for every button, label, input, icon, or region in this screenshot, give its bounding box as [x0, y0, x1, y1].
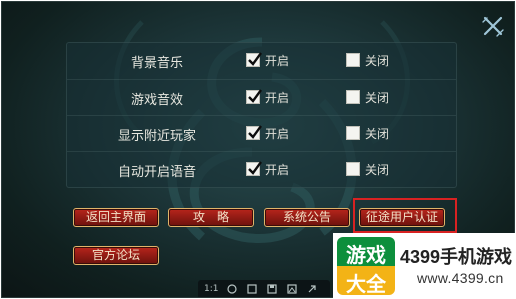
voice-off-option[interactable]: 关闭 — [346, 161, 389, 177]
rotate-icon[interactable] — [226, 283, 238, 295]
sfx-on-option[interactable]: 开启 — [246, 89, 289, 105]
on-label: 开启 — [265, 90, 290, 105]
setting-label: 背景音乐 — [130, 56, 183, 71]
system-notice-button[interactable]: 系统公告 — [264, 208, 350, 227]
on-label: 开启 — [265, 53, 290, 68]
fit-icon[interactable] — [246, 283, 258, 295]
share-icon[interactable] — [306, 283, 318, 295]
watermark-brand: 4399手机游戏 — [400, 247, 513, 267]
logo-mark-top-text: 游戏 — [346, 243, 386, 267]
off-label: 关闭 — [365, 53, 390, 68]
checkmark-icon — [248, 89, 262, 103]
voice-off-checkbox[interactable] — [346, 162, 360, 176]
bgm-off-checkbox[interactable] — [346, 53, 360, 67]
on-label: 开启 — [265, 126, 290, 141]
setting-row-sfx: 游戏音效 开启 关闭 — [67, 79, 456, 116]
strategy-button[interactable]: 攻略 — [168, 208, 254, 227]
settings-list: 背景音乐 开启 关闭 游戏音效 开启 关闭 显示附近玩家 开启 关闭 自动开启语… — [66, 42, 457, 188]
setting-row-bgm: 背景音乐 开启 关闭 — [67, 43, 456, 79]
setting-row-nearby-players: 显示附近玩家 开启 关闭 — [67, 115, 456, 152]
setting-label: 显示附近玩家 — [117, 129, 196, 144]
nearby-on-option[interactable]: 开启 — [246, 125, 289, 141]
watermark-url: www.4399.cn — [417, 270, 504, 286]
checkmark-icon — [248, 125, 262, 139]
bgm-off-option[interactable]: 关闭 — [346, 52, 389, 68]
off-label: 关闭 — [365, 162, 390, 177]
sfx-off-option[interactable]: 关闭 — [346, 89, 389, 105]
setting-row-auto-voice: 自动开启语音 开启 关闭 — [67, 151, 456, 188]
off-label: 关闭 — [365, 90, 390, 105]
game-settings-screen: 背景音乐 开启 关闭 游戏音效 开启 关闭 显示附近玩家 开启 关闭 自动开启语… — [0, 0, 516, 299]
on-label: 开启 — [265, 162, 290, 177]
image-icon[interactable] — [286, 283, 298, 295]
watermark-logo: 游戏 大全 4399手机游戏 www.4399.cn — [333, 233, 516, 299]
user-certification-button[interactable]: 征途用户认证 — [359, 208, 445, 227]
close-icon[interactable] — [481, 14, 505, 38]
bgm-on-option[interactable]: 开启 — [246, 52, 289, 68]
viewer-toolbar: 1:1 — [198, 280, 330, 297]
off-label: 关闭 — [365, 126, 390, 141]
nearby-off-option[interactable]: 关闭 — [346, 125, 389, 141]
return-main-button[interactable]: 返回主界面 — [73, 208, 159, 227]
checkmark-icon — [248, 161, 262, 175]
game-store-logo: 游戏 大全 — [337, 237, 395, 296]
save-icon[interactable] — [266, 283, 278, 295]
sfx-on-checkbox[interactable] — [246, 89, 262, 104]
official-forum-button[interactable]: 官方论坛 — [73, 246, 159, 265]
sfx-off-checkbox[interactable] — [346, 90, 360, 104]
setting-label: 自动开启语音 — [117, 165, 196, 180]
nearby-off-checkbox[interactable] — [346, 126, 360, 140]
logo-mark-bottom-text: 大全 — [346, 272, 386, 296]
bgm-on-checkbox[interactable] — [246, 52, 262, 67]
zoom-ratio-label[interactable]: 1:1 — [204, 283, 218, 295]
checkmark-icon — [248, 52, 262, 66]
nearby-on-checkbox[interactable] — [246, 125, 262, 140]
voice-on-checkbox[interactable] — [246, 161, 262, 176]
voice-on-option[interactable]: 开启 — [246, 161, 289, 177]
setting-label: 游戏音效 — [130, 93, 183, 108]
